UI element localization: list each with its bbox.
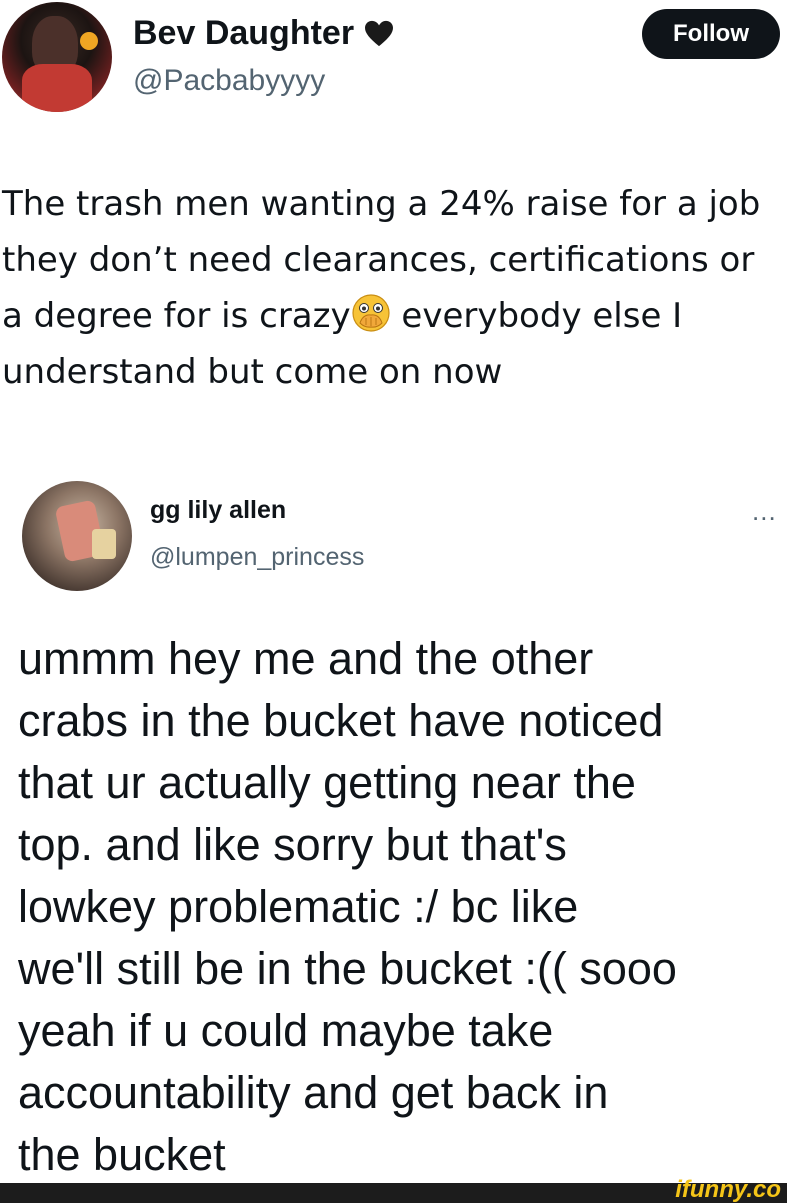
ifunny-watermark: ifunny.co: [675, 1176, 781, 1203]
tweet2-line: yeah if u could maybe take: [18, 1005, 554, 1056]
tweet2-text: ummm hey me and the other crabs in the b…: [18, 628, 787, 1186]
avatar-gg-lily-allen[interactable]: [22, 481, 132, 591]
tweet1-handle[interactable]: @Pacbabyyyy: [133, 64, 325, 98]
tweet2-line: top. and like sorry but that's: [18, 819, 567, 870]
watermark-bar: [0, 1183, 787, 1203]
face-with-hand-over-mouth-icon: [352, 294, 390, 332]
tweet2-line: we'll still be in the bucket :(( sooo: [18, 943, 677, 994]
tweet2-line: crabs in the bucket have noticed: [18, 695, 664, 746]
tweet2-handle[interactable]: @lumpen_princess: [150, 543, 364, 572]
tweet1-text: The trash men wanting a 24% raise for a …: [2, 176, 782, 400]
avatar-bev-daughter[interactable]: [2, 2, 112, 112]
tweet2-line: the bucket: [18, 1129, 226, 1180]
more-options-icon[interactable]: ...: [752, 496, 777, 527]
tweet2-line: accountability and get back in: [18, 1067, 609, 1118]
tweet2-line: ummm hey me and the other: [18, 633, 594, 684]
black-heart-icon: [365, 20, 394, 46]
follow-button[interactable]: Follow: [642, 9, 780, 59]
tweet2-line: that ur actually getting near the: [18, 757, 636, 808]
tweet2-line: lowkey problematic :/ bc like: [18, 881, 579, 932]
tweet1-display-name[interactable]: Bev Daughter: [133, 14, 354, 53]
tweet1-author[interactable]: Bev Daughter: [133, 14, 394, 53]
tweet2-display-name[interactable]: gg lily allen: [150, 496, 286, 525]
